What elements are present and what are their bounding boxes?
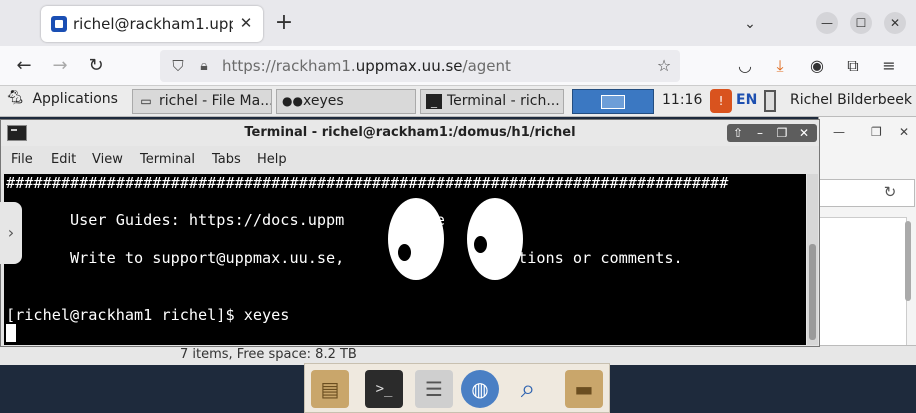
folder-icon: ▭ — [140, 94, 152, 108]
terminal-scroll-thumb[interactable] — [809, 244, 816, 340]
desktop-dock: ▤ >_ ☰ ◍ ⌕ ▬ — [304, 363, 610, 413]
url-path: /agent — [462, 57, 511, 75]
web-browser-globe-icon[interactable]: ◍ — [461, 370, 499, 408]
close-window-button[interactable]: ✕ — [884, 12, 906, 34]
workspace-1[interactable] — [601, 95, 625, 109]
notification-alert-icon[interactable]: ! — [710, 89, 732, 113]
xfce-mouse-icon: 🐁︎ — [6, 90, 24, 106]
xeyes-left-eye[interactable] — [388, 198, 444, 280]
xeyes-right-eye[interactable] — [467, 198, 523, 280]
terminal-shade-icon[interactable]: ⇧ — [727, 124, 749, 142]
terminal-line: User Guides: https://docs.uppm se — [6, 211, 445, 229]
tab-title: richel@rackham1.uppmax — [73, 15, 233, 33]
terminal-maximize-icon[interactable]: ❐ — [771, 124, 793, 142]
menu-view[interactable]: View — [92, 152, 123, 167]
fm-close-icon[interactable]: ✕ — [899, 125, 909, 139]
extensions-icon[interactable]: ⧉ — [841, 54, 865, 78]
fm-minimize-icon[interactable]: — — [833, 125, 845, 139]
home-folder-icon[interactable]: ▤ — [311, 370, 349, 408]
file-cabinet-icon[interactable]: ☰ — [415, 370, 453, 408]
bookmark-star-icon[interactable]: ☆ — [654, 56, 674, 76]
menu-edit[interactable]: Edit — [51, 152, 76, 167]
terminal-line: Write to support@uppmax.uu.se, u uestion… — [6, 249, 683, 267]
user-menu[interactable]: Richel Bilderbeek — [790, 92, 912, 108]
browser-nav-bar: ← → ↻ ⛉ 🔒︎ https://rackham1.uppmax.uu.se… — [0, 46, 916, 86]
fm-reload-icon[interactable]: ↻ — [880, 182, 900, 202]
forward-arrow-icon[interactable]: → — [48, 54, 72, 78]
url-domain: uppmax.uu.se — [355, 57, 463, 75]
applications-label: Applications — [32, 91, 118, 107]
lock-icon[interactable]: 🔒︎ — [194, 56, 214, 76]
fm-status-text: 7 items, Free space: 8.2 TB — [180, 347, 357, 362]
list-tabs-chevron-icon[interactable]: ⌄ — [738, 12, 762, 36]
xeyes-right-pupil — [474, 236, 487, 253]
terminal-scrollbar[interactable] — [807, 174, 818, 345]
fm-location-field[interactable]: ↻ — [819, 179, 915, 207]
menu-tabs[interactable]: Tabs — [212, 152, 241, 167]
account-icon[interactable]: ◉ — [805, 54, 829, 78]
shield-icon[interactable]: ⛉ — [168, 56, 188, 76]
terminal-menubar: File Edit View Terminal Tabs Help — [1, 146, 819, 172]
terminal-titlebar[interactable]: Terminal - richel@rackham1:/domus/h1/ric… — [1, 120, 819, 146]
file-manager-window: — ❐ ✕ ↻ — [818, 117, 916, 365]
side-panel-chevron-right-icon[interactable]: › — [0, 202, 22, 264]
terminal-close-icon[interactable]: ✕ — [793, 124, 815, 142]
terminal-minimize-icon[interactable]: – — [749, 124, 771, 142]
back-arrow-icon[interactable]: ← — [12, 54, 36, 78]
fm-scrollbar[interactable] — [905, 221, 911, 301]
eyes-icon: ●● — [282, 94, 303, 108]
pocket-icon[interactable]: ◡ — [733, 54, 757, 78]
xeyes-left-pupil — [398, 244, 411, 261]
fm-maximize-icon[interactable]: ❐ — [871, 125, 882, 139]
battery-icon[interactable] — [764, 90, 776, 112]
url-bar[interactable]: ⛉ 🔒︎ https://rackham1.uppmax.uu.se/agent… — [160, 50, 680, 82]
terminal-icon: _ — [426, 94, 442, 109]
download-icon[interactable]: ⤓ — [768, 54, 792, 78]
panel-clock[interactable]: 11:16 — [662, 92, 702, 108]
taskbar-item-label: richel - File Ma... — [159, 93, 272, 109]
new-tab-button[interactable]: + — [272, 12, 296, 36]
fm-file-pane[interactable] — [819, 217, 907, 357]
taskbar-item-label: xeyes — [303, 93, 344, 109]
taskbar-item-terminal[interactable]: _ Terminal - rich... — [420, 89, 564, 114]
tab-close-icon[interactable]: ✕ — [235, 11, 257, 35]
folder-icon[interactable]: ▬ — [565, 370, 603, 408]
menu-file[interactable]: File — [11, 152, 33, 167]
menu-hamburger-icon[interactable]: ≡ — [877, 54, 901, 78]
applications-menu[interactable]: 🐁︎ Applications — [6, 90, 118, 112]
url-host: https://rackham1. — [222, 57, 356, 75]
terminal-emulator-icon[interactable]: >_ — [365, 370, 403, 408]
taskbar-item-file-manager[interactable]: ▭ richel - File Ma... — [132, 89, 272, 114]
reload-icon[interactable]: ↻ — [84, 54, 108, 78]
file-manager-statusbar: 7 items, Free space: 8.2 TB — [0, 345, 916, 365]
terminal-prompt-line: [richel@rackham1 richel]$ xeyes — [6, 306, 290, 324]
terminal-window-controls: ⇧ – ❐ ✕ — [727, 124, 817, 142]
terminal-title: Terminal - richel@rackham1:/domus/h1/ric… — [244, 125, 576, 140]
keyboard-layout[interactable]: EN — [736, 92, 757, 108]
workspace-switcher[interactable] — [572, 89, 654, 114]
taskbar-item-xeyes[interactable]: ●● xeyes — [276, 89, 416, 114]
browser-tab-bar: richel@rackham1.uppmax ✕ + ⌄ — ☐ ✕ — [0, 0, 916, 46]
menu-terminal[interactable]: Terminal — [140, 152, 195, 167]
taskbar-item-label: Terminal - rich... — [447, 93, 560, 109]
terminal-line: ########################################… — [6, 174, 729, 192]
terminal-cursor — [6, 324, 16, 342]
desktop-panel: 🐁︎ Applications ▭ richel - File Ma... ●●… — [0, 86, 916, 117]
url-text[interactable]: https://rackham1.uppmax.uu.se/agent — [222, 57, 511, 75]
maximize-window-button[interactable]: ☐ — [850, 12, 872, 34]
search-magnifier-icon[interactable]: ⌕ — [509, 370, 547, 408]
minimize-window-button[interactable]: — — [816, 12, 838, 34]
site-favicon-icon — [51, 16, 67, 32]
browser-tab[interactable]: richel@rackham1.uppmax ✕ — [41, 6, 263, 42]
menu-help[interactable]: Help — [257, 152, 287, 167]
